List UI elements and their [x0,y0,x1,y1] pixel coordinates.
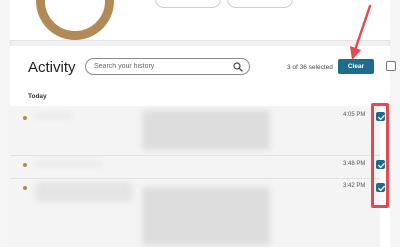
row-timestamp: 4:05 PM [343,112,366,118]
annotation-arrow-icon [350,4,372,60]
blurred-text [36,182,132,202]
search-box[interactable] [85,58,250,75]
blurred-text [36,112,72,120]
activity-row[interactable]: 4:05 PM [10,106,385,155]
annotation-highlight-box [371,103,389,208]
row-timestamp: 3:48 PM [343,161,366,167]
activity-title: Activity [28,59,76,76]
activity-row[interactable]: 3:42 PM [10,179,385,247]
header-pill-button[interactable] [227,0,293,8]
activity-row[interactable]: 3:48 PM [10,156,385,178]
row-timestamp: 3:42 PM [343,183,366,189]
avatar-ring [36,0,114,40]
header-pill-button[interactable] [155,0,221,8]
selected-count: 3 of 36 selected [287,64,333,71]
bullet-dot [23,116,27,120]
page: Activity 3 of 36 selected Clear Today 4:… [0,0,400,247]
blurred-thumbnail [142,187,270,245]
select-all-checkbox[interactable] [386,61,396,71]
blurred-text [36,160,102,168]
search-icon[interactable] [233,62,243,72]
section-label-today: Today [28,93,47,100]
bullet-dot [23,186,27,190]
blurred-thumbnail [142,110,270,150]
bullet-dot [23,163,27,167]
right-margin [389,0,400,247]
search-input[interactable] [94,60,226,73]
profile-header-panel [10,0,390,41]
